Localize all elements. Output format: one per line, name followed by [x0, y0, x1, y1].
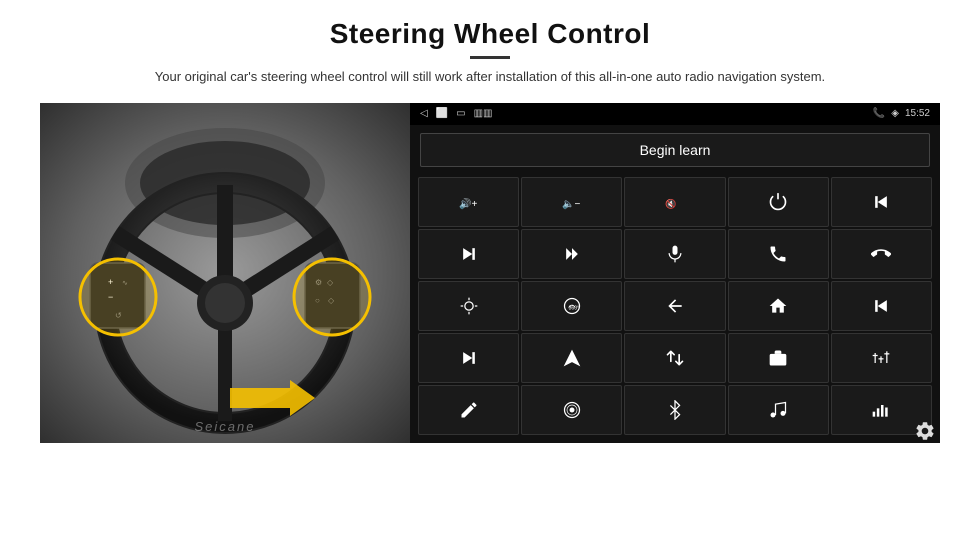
back-icon: ◁ [420, 108, 428, 119]
bluetooth-button[interactable] [624, 385, 725, 435]
phone-answer-button[interactable] [728, 229, 829, 279]
head-unit-panel: ◁ ⬜ ▭ ▥▥ 📞 ◈ 15:52 Begin learn [410, 103, 940, 443]
phone-status-icon: 📞 [873, 108, 885, 119]
time-display: 15:52 [905, 108, 930, 119]
back-nav-button[interactable] [624, 281, 725, 331]
navigate-button[interactable] [521, 333, 622, 383]
fast-forward-button[interactable] [521, 229, 622, 279]
status-right: 📞 ◈ 15:52 [873, 108, 930, 119]
content-row: 80 100 120 + − ↺ ∿ [40, 103, 940, 443]
phone-hangup-button[interactable] [831, 229, 932, 279]
status-bar: ◁ ⬜ ▭ ▥▥ 📞 ◈ 15:52 [410, 103, 940, 125]
steering-wheel-image: 80 100 120 + − ↺ ∿ [40, 103, 410, 443]
recents-icon: ▭ [456, 108, 465, 119]
camera-button[interactable] [728, 333, 829, 383]
eq-button[interactable] [831, 333, 932, 383]
pen-button[interactable] [418, 385, 519, 435]
swap-button[interactable] [624, 333, 725, 383]
music-button[interactable] [728, 385, 829, 435]
mic-button[interactable] [624, 229, 725, 279]
status-left: ◁ ⬜ ▭ ▥▥ [420, 108, 493, 119]
360-button[interactable]: 360° [521, 281, 622, 331]
controls-grid: 🔊+ 🔈− 🔇 [410, 175, 940, 443]
svg-text:🔊+: 🔊+ [459, 197, 477, 210]
mute-button[interactable]: 🔇 [624, 177, 725, 227]
page-subtitle: Your original car's steering wheel contr… [155, 67, 825, 87]
vol-down-button[interactable]: 🔈− [521, 177, 622, 227]
wifi-icon: ◈ [891, 108, 899, 119]
radio-button[interactable] [521, 385, 622, 435]
signal-icon: ▥▥ [474, 108, 493, 119]
page-title: Steering Wheel Control [155, 18, 825, 50]
skip-back-button[interactable] [831, 281, 932, 331]
home-icon: ⬜ [436, 108, 448, 119]
title-divider [470, 56, 510, 59]
power-button[interactable] [728, 177, 829, 227]
prev-track-button[interactable] [831, 177, 932, 227]
vol-up-button[interactable]: 🔊+ [418, 177, 519, 227]
svg-text:Seicane: Seicane [195, 419, 256, 434]
settings-gear-icon[interactable] [914, 420, 936, 447]
brightness-button[interactable] [418, 281, 519, 331]
svg-text:🔇: 🔇 [665, 198, 676, 210]
svg-text:🔈−: 🔈− [562, 199, 580, 210]
svg-text:360°: 360° [568, 305, 578, 311]
skip-fwd-button[interactable] [418, 333, 519, 383]
next-button[interactable] [418, 229, 519, 279]
begin-learn-row: Begin learn [410, 125, 940, 175]
home-nav-button[interactable] [728, 281, 829, 331]
begin-learn-button[interactable]: Begin learn [420, 133, 930, 167]
